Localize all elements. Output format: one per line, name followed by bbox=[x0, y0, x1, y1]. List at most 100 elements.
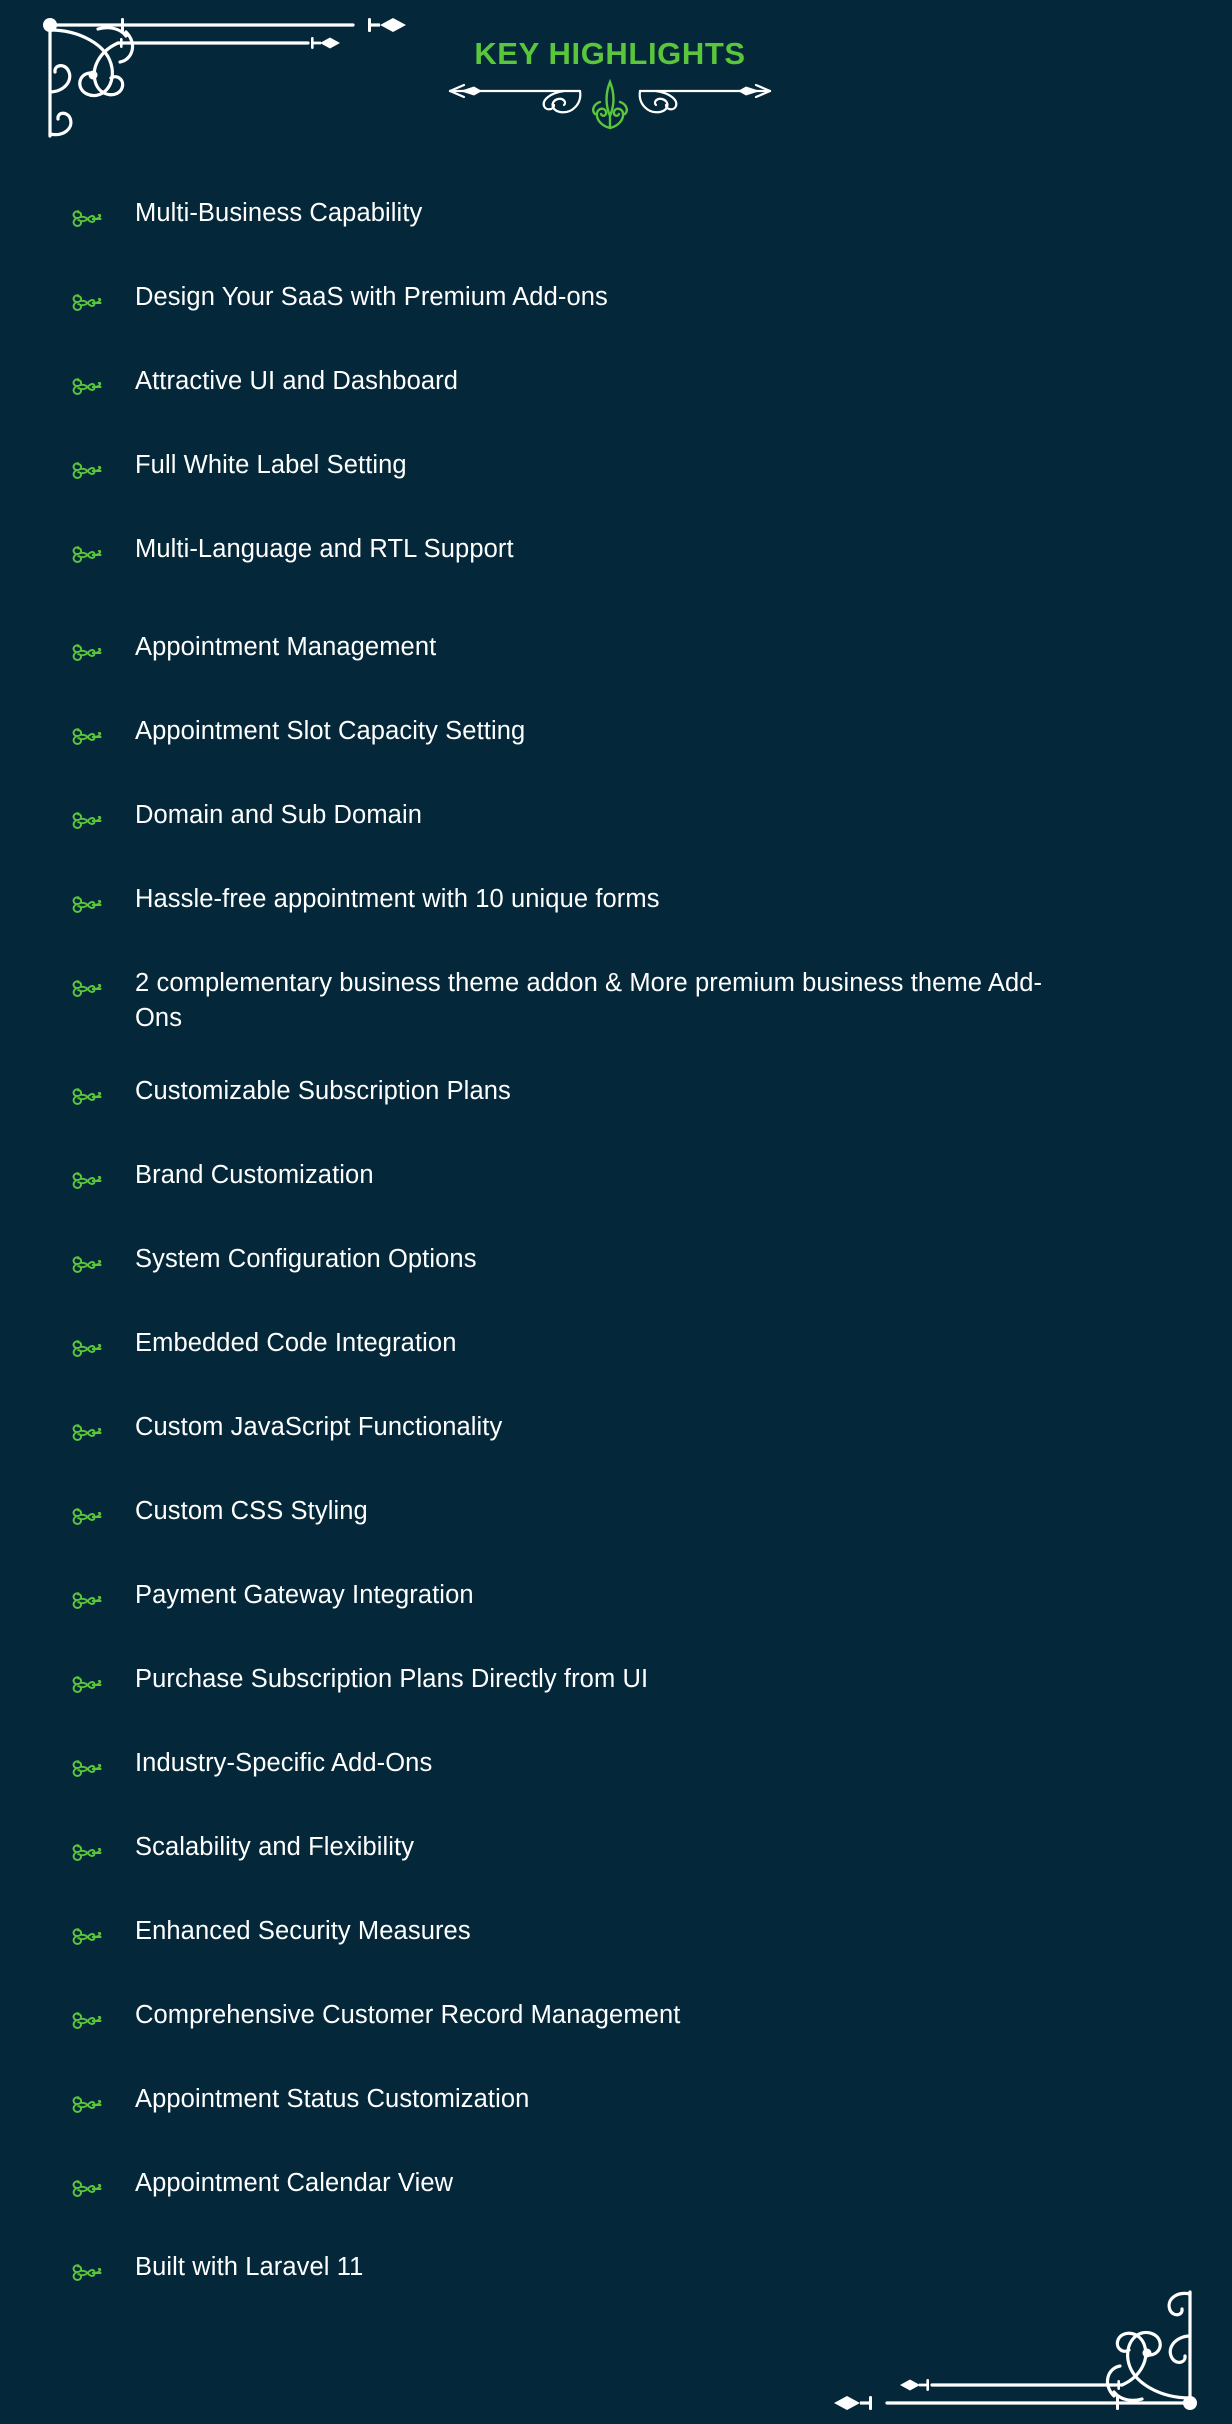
ornamental-flourish-bullet-icon bbox=[70, 640, 104, 666]
highlight-item-label: Brand Customization bbox=[135, 1158, 374, 1193]
list-spacer bbox=[0, 1288, 1232, 1326]
highlight-list-item: Comprehensive Customer Record Management bbox=[0, 1998, 1232, 2044]
highlight-list-item: Appointment Management bbox=[0, 630, 1232, 676]
list-spacer bbox=[0, 2128, 1232, 2166]
highlight-item-label: Built with Laravel 11 bbox=[135, 2250, 363, 2285]
highlight-list-item: Domain and Sub Domain bbox=[0, 798, 1232, 844]
highlight-item-label: Industry-Specific Add-Ons bbox=[135, 1746, 432, 1781]
key-highlights-page: KEY HIGHLIGHTS bbox=[0, 0, 1232, 2424]
list-spacer bbox=[0, 2296, 1232, 2334]
highlight-item-label: Custom CSS Styling bbox=[135, 1494, 368, 1529]
ornamental-flourish-bullet-icon bbox=[70, 206, 104, 232]
fleur-de-lis-divider-ornament bbox=[430, 78, 790, 132]
highlight-item-label: Payment Gateway Integration bbox=[135, 1578, 474, 1613]
highlight-item-label: System Configuration Options bbox=[135, 1242, 477, 1277]
ornamental-flourish-bullet-icon bbox=[70, 1756, 104, 1782]
list-spacer bbox=[0, 928, 1232, 966]
highlight-list-item: Industry-Specific Add-Ons bbox=[0, 1746, 1232, 1792]
title-block: KEY HIGHLIGHTS bbox=[430, 38, 790, 132]
highlight-list-item: Enhanced Security Measures bbox=[0, 1914, 1232, 1960]
highlight-item-label: Design Your SaaS with Premium Add-ons bbox=[135, 280, 608, 315]
highlight-item-label: Attractive UI and Dashboard bbox=[135, 364, 458, 399]
highlight-item-label: 2 complementary business theme addon & M… bbox=[135, 966, 1055, 1036]
highlight-item-label: Appointment Management bbox=[135, 630, 436, 665]
ornamental-flourish-bullet-icon bbox=[70, 2092, 104, 2118]
list-spacer bbox=[0, 326, 1232, 364]
highlight-list-item: Purchase Subscription Plans Directly fro… bbox=[0, 1662, 1232, 1708]
highlight-item-label: Purchase Subscription Plans Directly fro… bbox=[135, 1662, 648, 1697]
highlight-list-item: Attractive UI and Dashboard bbox=[0, 364, 1232, 410]
highlight-item-label: Appointment Slot Capacity Setting bbox=[135, 714, 525, 749]
ornamental-flourish-bullet-icon bbox=[70, 892, 104, 918]
list-spacer bbox=[0, 676, 1232, 714]
highlight-list-item: Custom JavaScript Functionality bbox=[0, 1410, 1232, 1456]
highlight-list-item: System Configuration Options bbox=[0, 1242, 1232, 1288]
ornamental-flourish-bullet-icon bbox=[70, 724, 104, 750]
ornamental-flourish-bullet-icon bbox=[70, 1420, 104, 1446]
ornamental-flourish-bullet-icon bbox=[70, 2008, 104, 2034]
list-spacer bbox=[0, 844, 1232, 882]
highlight-item-label: Multi-Business Capability bbox=[135, 196, 422, 231]
page-header: KEY HIGHLIGHTS bbox=[0, 0, 1232, 180]
list-spacer bbox=[0, 1372, 1232, 1410]
highlight-item-label: Customizable Subscription Plans bbox=[135, 1074, 511, 1109]
list-spacer bbox=[0, 1204, 1232, 1242]
highlight-list-item: Customizable Subscription Plans bbox=[0, 1074, 1232, 1120]
highlight-item-label: Embedded Code Integration bbox=[135, 1326, 456, 1361]
ornamental-flourish-bullet-icon bbox=[70, 1924, 104, 1950]
list-spacer bbox=[0, 760, 1232, 798]
list-spacer bbox=[0, 578, 1232, 630]
ornamental-flourish-bullet-icon bbox=[70, 542, 104, 568]
ornamental-flourish-bullet-icon bbox=[70, 1336, 104, 1362]
page-title: KEY HIGHLIGHTS bbox=[430, 38, 790, 69]
highlight-item-label: Full White Label Setting bbox=[135, 448, 407, 483]
highlight-list-item: Embedded Code Integration bbox=[0, 1326, 1232, 1372]
highlight-list-item: Design Your SaaS with Premium Add-ons bbox=[0, 280, 1232, 326]
highlight-list-item: 2 complementary business theme addon & M… bbox=[0, 966, 1232, 1036]
highlight-list-item: Payment Gateway Integration bbox=[0, 1578, 1232, 1624]
highlight-item-label: Multi-Language and RTL Support bbox=[135, 532, 514, 567]
highlight-item-label: Scalability and Flexibility bbox=[135, 1830, 414, 1865]
highlight-list-item: Appointment Status Customization bbox=[0, 2082, 1232, 2128]
list-spacer bbox=[0, 1876, 1232, 1914]
highlight-list-item: Hassle-free appointment with 10 unique f… bbox=[0, 882, 1232, 928]
highlight-item-label: Appointment Status Customization bbox=[135, 2082, 529, 2117]
list-spacer bbox=[0, 1960, 1232, 1998]
highlight-list-item: Scalability and Flexibility bbox=[0, 1830, 1232, 1876]
highlight-list-item: Full White Label Setting bbox=[0, 448, 1232, 494]
list-spacer bbox=[0, 410, 1232, 448]
list-spacer bbox=[0, 1456, 1232, 1494]
list-spacer bbox=[0, 494, 1232, 532]
highlight-list-item: Custom CSS Styling bbox=[0, 1494, 1232, 1540]
ornamental-flourish-bullet-icon bbox=[70, 808, 104, 834]
corner-flourish-ornament-top-left bbox=[8, 0, 418, 166]
highlight-list-item: Appointment Calendar View bbox=[0, 2166, 1232, 2212]
list-spacer bbox=[0, 1120, 1232, 1158]
ornamental-flourish-bullet-icon bbox=[70, 1840, 104, 1866]
highlight-item-label: Comprehensive Customer Record Management bbox=[135, 1998, 680, 2033]
list-spacer bbox=[0, 1624, 1232, 1662]
ornamental-flourish-bullet-icon bbox=[70, 2260, 104, 2286]
highlight-item-label: Domain and Sub Domain bbox=[135, 798, 422, 833]
list-spacer bbox=[0, 1792, 1232, 1830]
list-spacer bbox=[0, 1708, 1232, 1746]
highlight-list-item: Multi-Business Capability bbox=[0, 196, 1232, 242]
ornamental-flourish-bullet-icon bbox=[70, 1504, 104, 1530]
list-spacer bbox=[0, 2212, 1232, 2250]
highlight-list-item: Multi-Language and RTL Support bbox=[0, 532, 1232, 578]
ornamental-flourish-bullet-icon bbox=[70, 458, 104, 484]
highlight-item-label: Enhanced Security Measures bbox=[135, 1914, 471, 1949]
ornamental-flourish-bullet-icon bbox=[70, 2176, 104, 2202]
list-spacer bbox=[0, 2044, 1232, 2082]
ornamental-flourish-bullet-icon bbox=[70, 290, 104, 316]
highlights-list: Multi-Business Capability Design Your Saa… bbox=[0, 196, 1232, 2334]
highlight-list-item: Appointment Slot Capacity Setting bbox=[0, 714, 1232, 760]
list-spacer bbox=[0, 242, 1232, 280]
highlight-item-label: Hassle-free appointment with 10 unique f… bbox=[135, 882, 660, 917]
highlight-list-item: Brand Customization bbox=[0, 1158, 1232, 1204]
list-spacer bbox=[0, 1540, 1232, 1578]
highlight-item-label: Custom JavaScript Functionality bbox=[135, 1410, 502, 1445]
highlight-item-label: Appointment Calendar View bbox=[135, 2166, 453, 2201]
ornamental-flourish-bullet-icon bbox=[70, 374, 104, 400]
ornamental-flourish-bullet-icon bbox=[70, 1084, 104, 1110]
